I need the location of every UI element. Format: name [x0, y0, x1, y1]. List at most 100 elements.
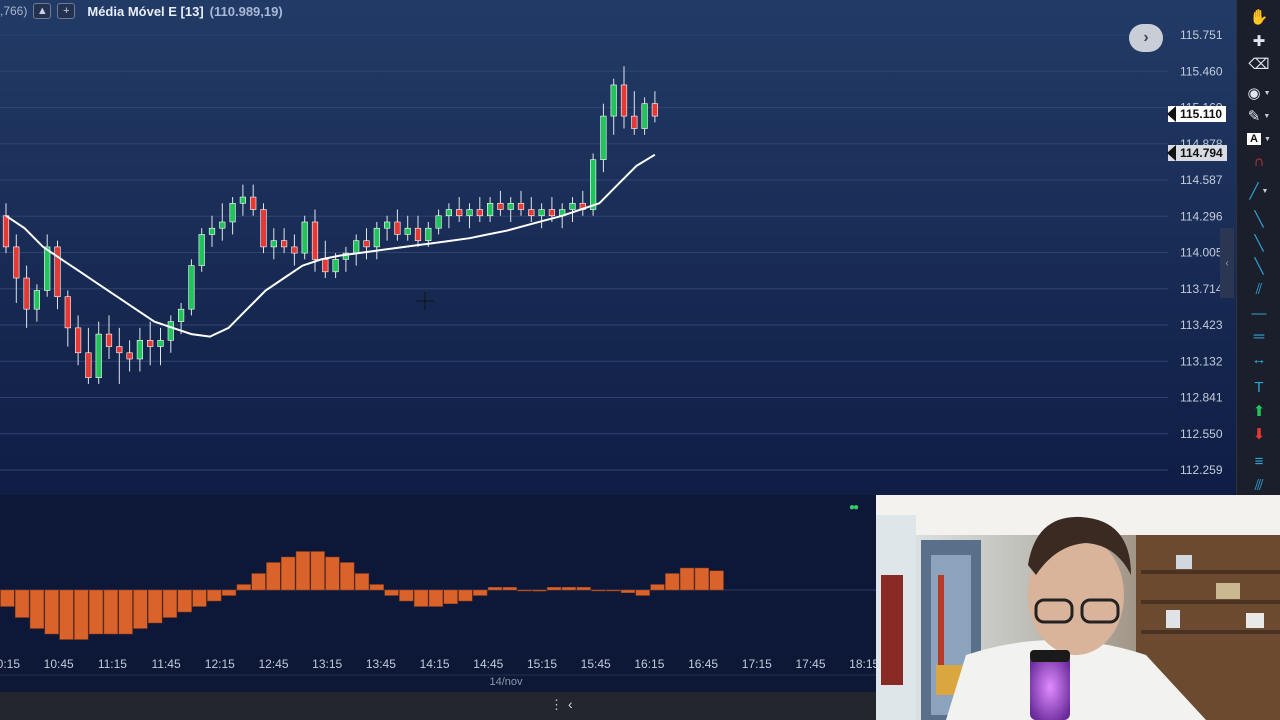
price-axis-label: 115.751	[1180, 28, 1223, 42]
histogram-bar	[369, 584, 384, 591]
candle-body	[301, 221, 308, 254]
candle-body	[44, 246, 51, 291]
histogram-bar	[709, 570, 724, 591]
pencil-icon[interactable]: ✎ ▼	[1237, 105, 1280, 127]
candle-body	[280, 240, 288, 248]
candle-body	[188, 265, 195, 310]
candle-body	[167, 321, 174, 341]
histogram-bar	[88, 589, 104, 635]
time-axis-label: 10:15	[0, 657, 20, 671]
candle-body	[373, 227, 380, 248]
histogram-bar	[487, 587, 503, 591]
up-arrow-icon[interactable]: ⬆	[1237, 400, 1280, 422]
candle-body	[157, 340, 164, 347]
candle-body	[95, 333, 102, 378]
time-axis-label: 12:45	[258, 657, 288, 671]
magnet-icon[interactable]: ∩	[1237, 150, 1280, 172]
candle-body	[239, 196, 247, 204]
magnet-cycle-icon[interactable]: ◉ ▼	[1237, 82, 1280, 104]
arrow-line-icon[interactable]: ↔	[1237, 348, 1280, 370]
histogram-bar	[473, 589, 488, 596]
text-box-icon[interactable]: A ▼	[1237, 128, 1280, 150]
text-tool-icon[interactable]: T	[1237, 376, 1280, 398]
candle-body	[517, 202, 525, 210]
indicator-header: ,766) ▲ + Média Móvel E [13] (110.989,19…	[0, 0, 283, 22]
time-axis-label: 17:45	[795, 657, 825, 671]
trendline-icon[interactable]: ╲	[1237, 208, 1280, 230]
candle-body	[456, 209, 463, 217]
price-axis-label: 112.550	[1180, 427, 1223, 441]
histogram-bar	[679, 567, 695, 591]
menu-dots-icon[interactable]: ⋮	[550, 697, 563, 713]
collapse-toolbar-tab[interactable]: ‹	[1220, 228, 1234, 298]
histogram-bar	[44, 589, 59, 635]
candle-body	[497, 202, 504, 210]
candle-body	[507, 202, 514, 210]
histogram-bar	[310, 551, 325, 591]
histogram-bar	[207, 589, 222, 602]
candle-body	[476, 209, 483, 217]
crosshair-icon[interactable]: ✚	[1237, 30, 1280, 52]
bottom-scrollbar[interactable]: ⋮ ‹	[0, 692, 876, 720]
mountain-icon[interactable]: ▲	[33, 3, 52, 19]
histogram-bar	[118, 589, 133, 635]
parallel-lines-icon[interactable]: ≡	[1237, 450, 1280, 472]
histogram-bar	[354, 573, 370, 591]
plus-icon[interactable]: +	[57, 3, 76, 19]
histogram-bar	[650, 584, 665, 591]
channel-icon[interactable]: ⫽	[1237, 278, 1280, 300]
webcam-overlay	[876, 495, 1280, 720]
fib-icon[interactable]: ⫻	[1237, 474, 1280, 496]
horizontal-line-icon[interactable]: —	[1237, 302, 1280, 324]
histogram-bar	[280, 556, 296, 591]
candle-body	[353, 240, 360, 254]
histogram-bar	[606, 589, 621, 592]
candle-body	[85, 352, 92, 378]
extended-line-icon[interactable]: ╲	[1237, 255, 1280, 277]
candle-body	[466, 209, 473, 217]
histogram-bar	[192, 589, 207, 607]
indicator-value: (110.989,19)	[209, 3, 283, 19]
line-tool-icon[interactable]: ╱ ▼	[1237, 180, 1280, 202]
time-axis-label: 15:15	[527, 657, 557, 671]
candle-body	[136, 340, 144, 360]
scroll-to-latest-button[interactable]: ›	[1129, 24, 1163, 52]
candle-body	[147, 340, 154, 347]
candle-body	[75, 327, 82, 354]
last-price-tag: 115.110	[1166, 106, 1227, 122]
candle-body	[548, 209, 555, 217]
indicator-name[interactable]: Média Móvel E [13]	[87, 4, 203, 19]
histogram-bar	[295, 551, 311, 591]
candle-body	[126, 352, 133, 360]
time-axis-label: 14:45	[473, 657, 503, 671]
time-axis-label: 14:15	[420, 657, 450, 671]
candle-body	[425, 227, 432, 241]
price-axis-label: 115.460	[1180, 64, 1223, 78]
candle-body	[198, 234, 205, 266]
candle-body	[538, 209, 545, 217]
candle-body	[322, 259, 329, 273]
histogram-bar	[162, 589, 178, 618]
histogram-bar	[325, 556, 340, 591]
histogram-bar	[635, 589, 650, 596]
ray-icon[interactable]: ╲	[1237, 232, 1280, 254]
candle-body	[404, 227, 411, 235]
histogram-bar	[266, 562, 281, 591]
candle-body	[311, 221, 319, 260]
down-arrow-icon[interactable]: ⬇	[1237, 423, 1280, 445]
scroll-left-icon[interactable]: ‹	[568, 696, 573, 712]
histogram-bar	[399, 589, 414, 602]
candle-body	[528, 209, 535, 217]
price-axis-label: 113.714	[1180, 282, 1223, 296]
eraser-icon[interactable]: ⌫	[1237, 53, 1280, 75]
histogram-bar	[103, 589, 118, 635]
time-axis-label: 12:15	[205, 657, 235, 671]
candle-body	[260, 209, 267, 248]
histogram-bar	[458, 589, 473, 602]
candle-body	[651, 103, 658, 117]
time-axis-label: 16:45	[688, 657, 718, 671]
histogram-bar	[532, 589, 547, 592]
double-line-icon[interactable]: ═	[1237, 325, 1280, 347]
candle-body	[631, 115, 638, 129]
hand-icon[interactable]: ✋	[1237, 6, 1280, 28]
